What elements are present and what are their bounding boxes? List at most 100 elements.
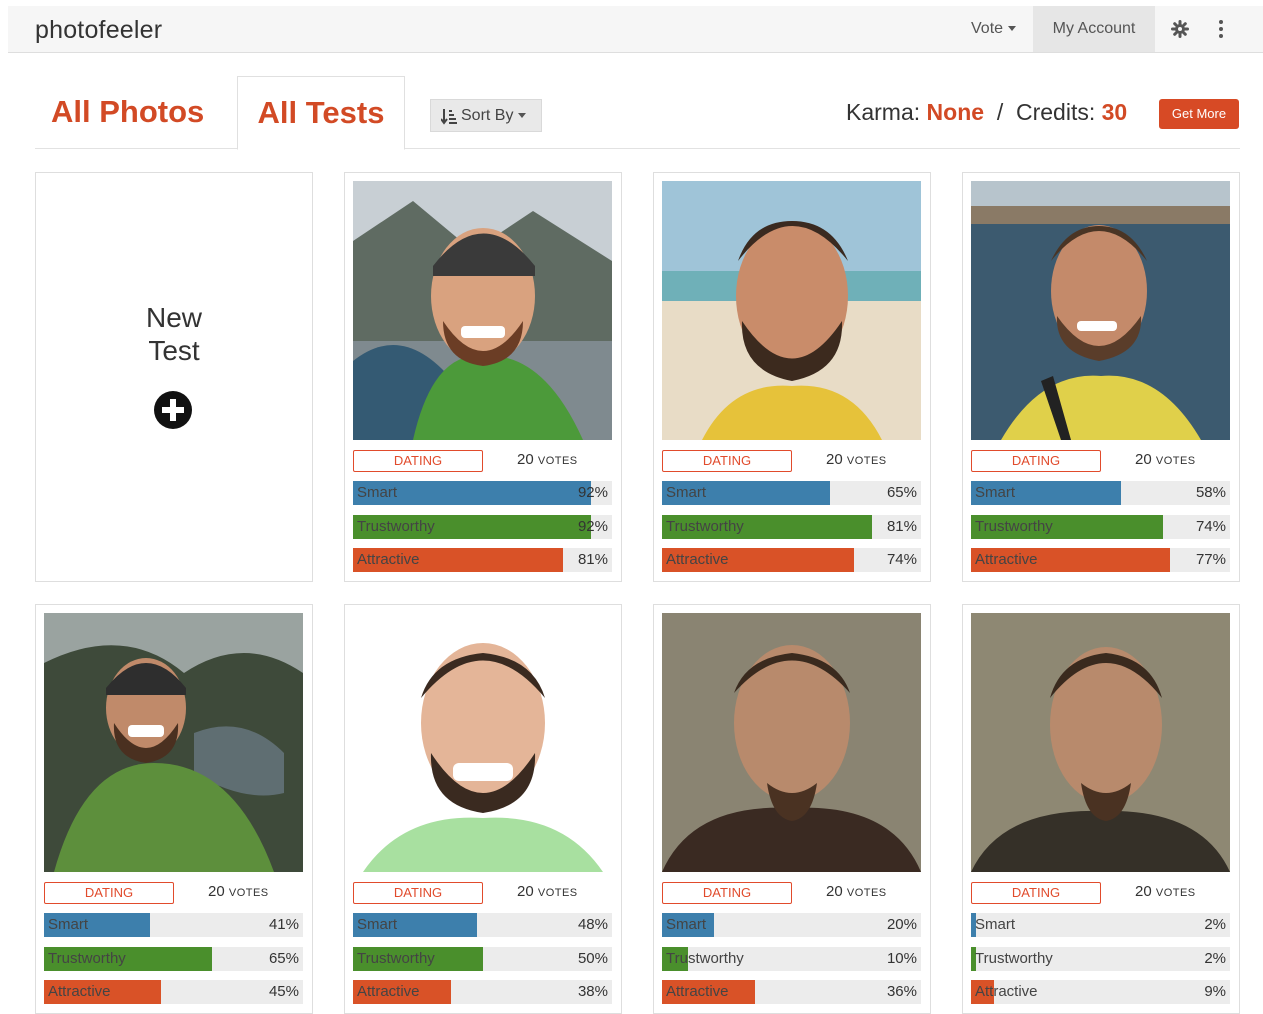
gear-icon[interactable] xyxy=(1168,17,1192,41)
smart-percent: 92% xyxy=(577,484,608,501)
new-test-line1: New xyxy=(145,302,202,333)
votes-count: 20 VOTES xyxy=(826,451,887,468)
attractive-percent: 9% xyxy=(1204,983,1226,1000)
trustworthy-percent: 50% xyxy=(577,950,608,967)
smart-bar: Smart 20% xyxy=(662,913,921,937)
smart-bar: Smart 58% xyxy=(971,481,1230,505)
test-card[interactable]: DATING 20 VOTES Smart 20% Trustworthy 10% … xyxy=(653,604,931,1014)
attractive-bar: Attractive 81% xyxy=(353,548,612,572)
photo-image xyxy=(353,613,612,872)
credits-value: 30 xyxy=(1101,99,1128,125)
attractive-label: Attractive xyxy=(666,983,729,1000)
trustworthy-bar: Trustworthy 92% xyxy=(353,515,612,539)
attractive-percent: 38% xyxy=(577,983,608,1000)
photo-image xyxy=(971,613,1230,872)
attractive-percent: 74% xyxy=(886,551,917,568)
attractive-label: Attractive xyxy=(975,983,1038,1000)
smart-percent: 20% xyxy=(886,916,917,933)
test-card[interactable]: DATING 20 VOTES Smart 2% Trustworthy 2% At… xyxy=(962,604,1240,1014)
more-vertical-icon[interactable] xyxy=(1215,17,1227,41)
trustworthy-label: Trustworthy xyxy=(666,950,744,967)
test-photo[interactable] xyxy=(353,613,612,872)
votes-count: 20 VOTES xyxy=(826,883,887,900)
sort-label: Sort By xyxy=(461,107,514,124)
plus-circle-icon[interactable] xyxy=(153,390,193,430)
category-tag: DATING xyxy=(662,450,792,472)
attractive-label: Attractive xyxy=(975,551,1038,568)
attractive-bar: Attractive 9% xyxy=(971,980,1230,1004)
test-photo[interactable] xyxy=(353,181,612,440)
trustworthy-percent: 2% xyxy=(1204,950,1226,967)
trustworthy-label: Trustworthy xyxy=(975,518,1053,535)
sort-icon xyxy=(440,108,457,125)
category-tag: DATING xyxy=(971,450,1101,472)
test-card[interactable]: DATING 20 VOTES Smart 48% Trustworthy 50% … xyxy=(344,604,622,1014)
attractive-percent: 77% xyxy=(1195,551,1226,568)
votes-count: 20 VOTES xyxy=(208,883,269,900)
test-photo[interactable] xyxy=(44,613,303,872)
tabs-divider xyxy=(35,148,1240,149)
attractive-bar: Attractive 45% xyxy=(44,980,303,1004)
votes-count: 20 VOTES xyxy=(517,451,578,468)
caret-down-icon xyxy=(1008,26,1017,32)
votes-count: 20 VOTES xyxy=(1135,451,1196,468)
my-account-link[interactable]: My Account xyxy=(1033,6,1155,52)
trustworthy-percent: 74% xyxy=(1195,518,1226,535)
app-logo[interactable]: photofeeler xyxy=(35,16,162,45)
smart-label: Smart xyxy=(666,484,707,501)
sort-by-button[interactable]: Sort By xyxy=(430,99,542,132)
trustworthy-bar: Trustworthy 65% xyxy=(44,947,303,971)
photo-image xyxy=(44,613,303,872)
test-photo[interactable] xyxy=(971,181,1230,440)
test-photo[interactable] xyxy=(971,613,1230,872)
photo-image xyxy=(662,181,921,440)
attractive-label: Attractive xyxy=(666,551,729,568)
tab-all-tests[interactable]: All Tests xyxy=(237,76,405,150)
karma-value: None xyxy=(926,99,985,125)
smart-bar: Smart 48% xyxy=(353,913,612,937)
trustworthy-label: Trustworthy xyxy=(666,518,744,535)
smart-label: Smart xyxy=(357,484,398,501)
smart-bar: Smart 2% xyxy=(971,913,1230,937)
trustworthy-percent: 65% xyxy=(268,950,299,967)
trustworthy-label: Trustworthy xyxy=(975,950,1053,967)
vote-menu[interactable]: Vote xyxy=(963,6,1024,52)
test-photo[interactable] xyxy=(662,613,921,872)
category-tag: DATING xyxy=(971,882,1101,904)
attractive-percent: 45% xyxy=(268,983,299,1000)
test-photo[interactable] xyxy=(662,181,921,440)
caret-down-icon xyxy=(518,113,527,119)
attractive-percent: 36% xyxy=(886,983,917,1000)
photo-image xyxy=(353,181,612,440)
trustworthy-label: Trustworthy xyxy=(357,950,435,967)
category-tag: DATING xyxy=(353,882,483,904)
smart-percent: 41% xyxy=(268,916,299,933)
category-tag: DATING xyxy=(353,450,483,472)
trustworthy-bar: Trustworthy 50% xyxy=(353,947,612,971)
photo-image xyxy=(662,613,921,872)
get-more-button[interactable]: Get More xyxy=(1159,99,1239,129)
tab-all-photos[interactable]: All Photos xyxy=(51,94,204,130)
trustworthy-bar: Trustworthy 74% xyxy=(971,515,1230,539)
karma-separator: / xyxy=(996,99,1004,125)
karma-label: Karma: xyxy=(846,99,921,125)
test-card[interactable]: DATING 20 VOTES Smart 65% Trustworthy 81% … xyxy=(653,172,931,582)
trustworthy-bar: Trustworthy 2% xyxy=(971,947,1230,971)
category-tag: DATING xyxy=(662,882,792,904)
new-test-card[interactable]: New Test xyxy=(35,172,313,582)
smart-label: Smart xyxy=(975,484,1016,501)
smart-label: Smart xyxy=(975,916,1016,933)
test-card[interactable]: DATING 20 VOTES Smart 58% Trustworthy 74% … xyxy=(962,172,1240,582)
trustworthy-percent: 92% xyxy=(577,518,608,535)
smart-label: Smart xyxy=(48,916,89,933)
vote-label: Vote xyxy=(971,20,1004,37)
smart-percent: 65% xyxy=(886,484,917,501)
test-card[interactable]: DATING 20 VOTES Smart 92% Trustworthy 92% … xyxy=(344,172,622,582)
trustworthy-label: Trustworthy xyxy=(357,518,435,535)
smart-percent: 58% xyxy=(1195,484,1226,501)
attractive-bar: Attractive 36% xyxy=(662,980,921,1004)
trustworthy-percent: 81% xyxy=(886,518,917,535)
smart-bar: Smart 41% xyxy=(44,913,303,937)
test-card[interactable]: DATING 20 VOTES Smart 41% Trustworthy 65% … xyxy=(35,604,313,1014)
photo-image xyxy=(971,181,1230,440)
